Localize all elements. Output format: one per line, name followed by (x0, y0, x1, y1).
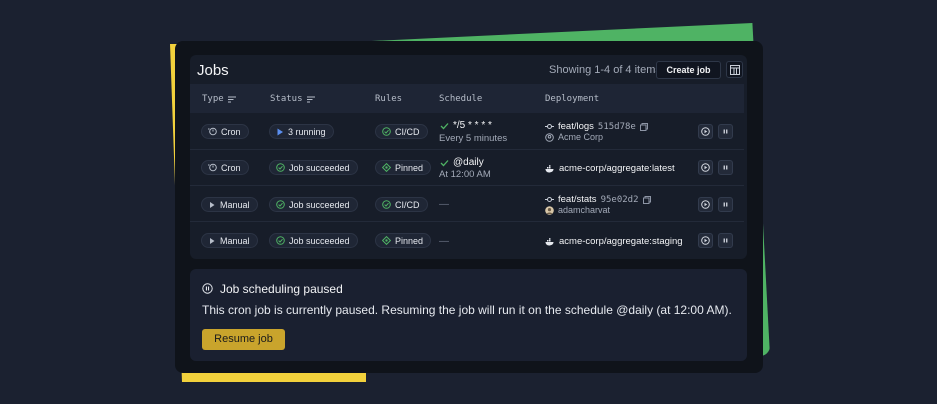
pagination-summary: Showing 1-4 of 4 items (549, 64, 661, 76)
commit-sha: 95e02d2 (600, 194, 639, 205)
check-circle-icon (276, 163, 285, 172)
cron-icon (208, 163, 217, 172)
deployment-author: adamcharvat (545, 205, 610, 215)
sort-icon (306, 96, 315, 102)
pin-icon (382, 236, 391, 245)
play-icon (210, 201, 215, 208)
avatar (545, 205, 554, 215)
cron-icon (208, 127, 217, 136)
commit-sha: 515d78e (597, 121, 636, 132)
columns-icon (730, 65, 740, 75)
copy-icon[interactable] (642, 195, 651, 204)
type-badge: Cron (201, 124, 249, 139)
play-circle-icon (701, 127, 710, 136)
notice-body: This cron job is currently paused. Resum… (202, 303, 732, 317)
schedule-cron: @daily (440, 157, 484, 168)
pause-job-button[interactable] (718, 197, 733, 212)
schedule-description: At 12:00 AM (439, 169, 491, 180)
copy-icon[interactable] (639, 122, 648, 131)
deployment-image: acme-corp/aggregate:staging (545, 236, 683, 247)
resume-job-button[interactable]: Resume job (202, 329, 285, 350)
column-header-type[interactable]: Type (202, 94, 236, 104)
run-job-button[interactable] (698, 124, 713, 139)
play-icon (210, 237, 215, 244)
run-job-button[interactable] (698, 160, 713, 175)
org-icon (545, 132, 554, 142)
pause-job-button[interactable] (718, 233, 733, 248)
pin-icon (382, 163, 391, 172)
pause-job-button[interactable] (718, 160, 733, 175)
play-circle-icon (701, 200, 710, 209)
check-icon (440, 122, 449, 129)
pause-job-button[interactable] (718, 124, 733, 139)
type-badge: Manual (201, 197, 258, 212)
schedule-description: Every 5 minutes (439, 133, 508, 144)
pause-icon (723, 165, 728, 170)
docker-icon (545, 237, 554, 245)
sort-icon (227, 96, 236, 102)
check-circle-icon (276, 236, 285, 245)
status-badge: Job succeeded (269, 233, 358, 248)
check-circle-icon (382, 200, 391, 209)
check-icon (440, 159, 449, 166)
deployment-branch: feat/logs 515d78e (545, 121, 648, 132)
rule-badge: CI/CD (375, 197, 428, 212)
status-badge: 3 running (269, 124, 334, 139)
deployment-branch: feat/stats 95e02d2 (545, 194, 651, 205)
create-job-button[interactable]: Create job (656, 61, 721, 79)
schedule-empty: — (439, 199, 449, 210)
pause-circle-icon (202, 283, 213, 294)
pause-icon (723, 202, 728, 207)
page-title: Jobs (197, 62, 229, 79)
play-circle-icon (701, 236, 710, 245)
rule-badge: Pinned (375, 160, 432, 175)
git-commit-icon (545, 124, 554, 129)
check-circle-icon (276, 200, 285, 209)
column-header-rules: Rules (375, 94, 403, 104)
type-badge: Manual (201, 233, 258, 248)
git-commit-icon (545, 197, 554, 202)
play-circle-icon (701, 163, 710, 172)
rule-badge: CI/CD (375, 124, 428, 139)
column-header-deployment: Deployment (545, 94, 600, 104)
schedule-empty: — (439, 236, 449, 247)
run-job-button[interactable] (698, 197, 713, 212)
rule-badge: Pinned (375, 233, 432, 248)
play-icon (277, 128, 283, 135)
pause-icon (723, 238, 728, 243)
deployment-image: acme-corp/aggregate:latest (545, 163, 675, 174)
pause-icon (723, 129, 728, 134)
deployment-owner: Acme Corp (545, 132, 603, 142)
type-badge: Cron (201, 160, 249, 175)
notice-title: Job scheduling paused (220, 282, 343, 296)
column-header-schedule: Schedule (439, 94, 483, 104)
column-header-status[interactable]: Status (270, 94, 315, 104)
columns-toggle-button[interactable] (726, 61, 743, 78)
status-badge: Job succeeded (269, 160, 358, 175)
check-circle-icon (382, 127, 391, 136)
status-badge: Job succeeded (269, 197, 358, 212)
run-job-button[interactable] (698, 233, 713, 248)
schedule-cron: */5 * * * * (440, 120, 492, 131)
docker-icon (545, 164, 554, 172)
